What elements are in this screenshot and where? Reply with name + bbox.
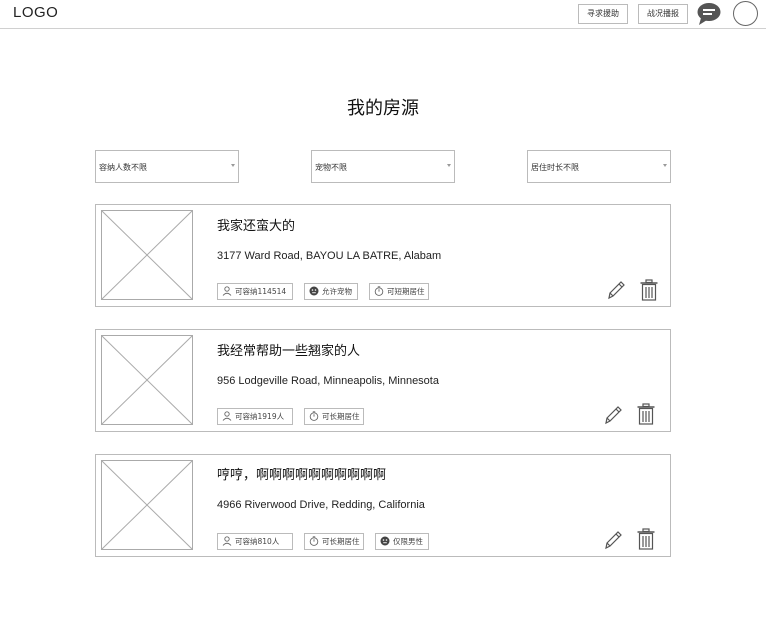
duration-tag: 可短期居住 — [369, 283, 429, 300]
trash-icon[interactable] — [636, 403, 656, 425]
filter-label: 容纳人数不限 — [99, 163, 147, 172]
trash-icon[interactable] — [639, 279, 659, 301]
tag-label: 仅限男性 — [393, 537, 423, 546]
capacity-filter-select[interactable]: 容纳人数不限 — [95, 150, 239, 183]
listing-title[interactable]: 哼哼，啊啊啊啊啊啊啊啊啊啊 — [217, 464, 386, 483]
listing-address: 3177 Ward Road, BAYOU LA BATRE, Alabam — [217, 250, 442, 262]
listing-image-placeholder — [101, 460, 193, 550]
filter-label: 居住时长不限 — [531, 163, 579, 172]
trash-icon[interactable] — [636, 528, 656, 550]
page-title: 我的房源 — [347, 98, 419, 119]
tag-label: 可容纳114514 — [235, 287, 287, 296]
person-icon — [222, 536, 232, 546]
listing-title[interactable]: 我经常帮助一些翘家的人 — [217, 340, 360, 359]
timer-icon — [374, 286, 384, 296]
edit-pencil-icon[interactable] — [603, 404, 623, 426]
pet-icon — [309, 286, 319, 296]
dropdown-arrow-icon — [231, 164, 235, 167]
edit-pencil-icon[interactable] — [603, 529, 623, 551]
listing-card[interactable]: 我家还蛮大的 3177 Ward Road, BAYOU LA BATRE, A… — [95, 204, 671, 307]
timer-icon — [309, 536, 319, 546]
listing-card[interactable]: 哼哼，啊啊啊啊啊啊啊啊啊啊 4966 Riverwood Drive, Redd… — [95, 454, 671, 557]
capacity-tag: 可容纳114514 — [217, 283, 293, 300]
avatar[interactable] — [733, 1, 758, 26]
tag-label: 可短期居住 — [387, 287, 425, 296]
filter-label: 宠物不限 — [315, 163, 347, 172]
tag-label: 可长期居住 — [322, 412, 360, 421]
battle-report-button[interactable]: 战况播报 — [638, 4, 688, 24]
capacity-tag: 可容纳1919人 — [217, 408, 293, 425]
listing-address: 4966 Riverwood Drive, Redding, Californi… — [217, 499, 425, 511]
pet-tag: 允许宠物 — [304, 283, 358, 300]
dropdown-arrow-icon — [447, 164, 451, 167]
listing-image-placeholder — [101, 210, 193, 300]
message-icon[interactable] — [696, 2, 722, 26]
listing-address: 956 Lodgeville Road, Minneapolis, Minnes… — [217, 375, 439, 387]
seek-help-button[interactable]: 寻求援助 — [578, 4, 628, 24]
tag-label: 允许宠物 — [322, 287, 352, 296]
logo[interactable]: LOGO — [13, 4, 58, 21]
duration-tag: 可长期居住 — [304, 533, 364, 550]
capacity-tag: 可容纳810人 — [217, 533, 293, 550]
listing-title[interactable]: 我家还蛮大的 — [217, 215, 295, 234]
tag-label: 可长期居住 — [322, 537, 360, 546]
person-icon — [222, 411, 232, 421]
tag-label: 可容纳1919人 — [235, 412, 285, 421]
duration-filter-select[interactable]: 居住时长不限 — [527, 150, 671, 183]
gender-tag: 仅限男性 — [375, 533, 429, 550]
listing-card[interactable]: 我经常帮助一些翘家的人 956 Lodgeville Road, Minneap… — [95, 329, 671, 432]
person-icon — [222, 286, 232, 296]
dropdown-arrow-icon — [663, 164, 667, 167]
edit-pencil-icon[interactable] — [606, 279, 626, 301]
listing-image-placeholder — [101, 335, 193, 425]
tag-label: 可容纳810人 — [235, 537, 280, 546]
timer-icon — [309, 411, 319, 421]
top-bar: LOGO 寻求援助 战况播报 — [0, 0, 766, 29]
pet-filter-select[interactable]: 宠物不限 — [311, 150, 455, 183]
duration-tag: 可长期居住 — [304, 408, 364, 425]
pet-icon — [380, 536, 390, 546]
